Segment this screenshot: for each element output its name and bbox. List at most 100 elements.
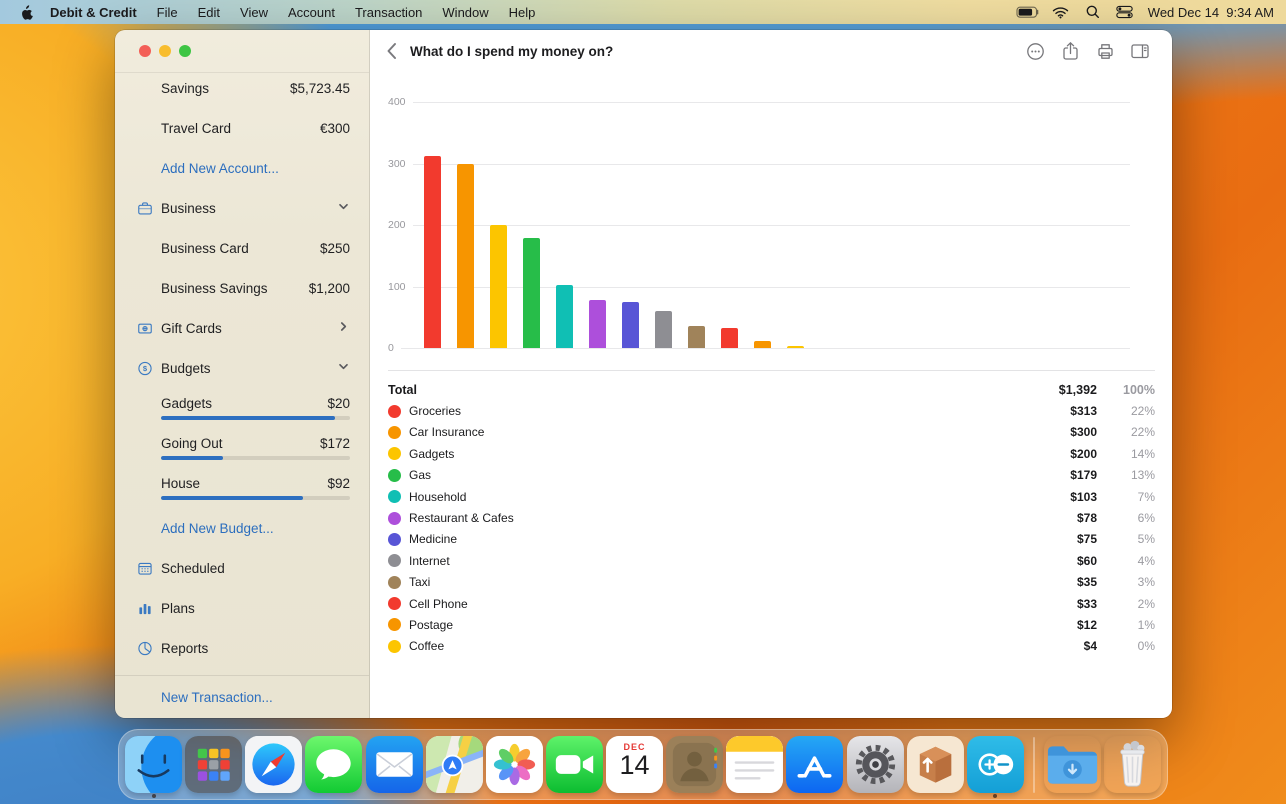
total-amount: $1,392 <box>1017 383 1097 397</box>
sidebar-item-label: Budgets <box>161 361 337 376</box>
bar-chart-icon <box>137 598 153 618</box>
battery-icon[interactable] <box>1016 1 1042 23</box>
legend-dot-cell <box>388 490 409 503</box>
chevron-right-icon[interactable] <box>337 320 350 336</box>
dock: DEC14 <box>118 729 1168 800</box>
total-percent: 100% <box>1097 383 1155 397</box>
sidebar-item-scheduled[interactable]: Scheduled <box>115 548 369 588</box>
category-amount: $4 <box>1017 639 1097 653</box>
sidebar-account-business-card[interactable]: Business Card$250 <box>115 228 369 268</box>
category-amount: $78 <box>1017 511 1097 525</box>
y-axis-tick: 100 <box>388 281 413 293</box>
dock-item-mail[interactable] <box>366 733 423 797</box>
panel-toggle-icon[interactable] <box>1130 41 1150 61</box>
chevron-down-icon[interactable] <box>337 360 350 376</box>
sidebar-budget-going-out[interactable]: Going Out$172 <box>115 428 369 468</box>
chart-bar-car-insurance <box>457 164 474 349</box>
report-content: What do I spend my money on? <box>370 30 1172 718</box>
dock-item-app-store[interactable] <box>786 733 843 797</box>
dock-item-package[interactable] <box>907 733 964 797</box>
dock-item-maps[interactable] <box>426 733 483 797</box>
sidebar-item-gift-cards[interactable]: Gift Cards <box>115 308 369 348</box>
account-balance: $5,723.45 <box>290 81 350 96</box>
back-button[interactable] <box>376 42 406 60</box>
finder-icon <box>125 736 182 793</box>
dock-item-launchpad[interactable] <box>185 733 242 797</box>
sidebar-account-travel-card[interactable]: Travel Card€300 <box>115 108 369 148</box>
chevron-down-icon[interactable] <box>337 200 350 216</box>
category-color-dot <box>388 618 401 631</box>
menu-item-edit[interactable]: Edit <box>188 5 230 20</box>
category-table: Total $1,392 100% Groceries$31322%Car In… <box>388 379 1155 657</box>
menu-item-view[interactable]: View <box>230 5 278 20</box>
svg-text:$: $ <box>143 364 148 373</box>
sidebar-item-label: Business Card <box>161 241 320 256</box>
menu-item-account[interactable]: Account <box>278 5 345 20</box>
legend-dot-cell <box>388 597 409 610</box>
search-icon[interactable] <box>1080 1 1106 23</box>
budget-label: Going Out <box>161 436 320 451</box>
sidebar-item-label: Travel Card <box>161 121 320 136</box>
apple-menu-icon[interactable] <box>10 4 40 20</box>
dock-item-calendar[interactable]: DEC14 <box>606 733 663 797</box>
header-actions <box>1025 41 1172 61</box>
category-percent: 4% <box>1097 554 1155 568</box>
account-balance: $250 <box>320 241 350 256</box>
more-icon[interactable] <box>1025 41 1045 61</box>
category-percent: 7% <box>1097 490 1155 504</box>
sidebar-budget-gadgets[interactable]: Gadgets$20 <box>115 388 369 428</box>
menu-item-window[interactable]: Window <box>432 5 498 20</box>
account-balance: $1,200 <box>309 281 350 296</box>
wifi-icon[interactable] <box>1048 1 1074 23</box>
menu-item-transaction[interactable]: Transaction <box>345 5 432 20</box>
sidebar-item-business[interactable]: Business <box>115 188 369 228</box>
dock-item-debit-credit[interactable] <box>967 733 1024 797</box>
print-icon[interactable] <box>1095 41 1115 61</box>
category-amount: $313 <box>1017 404 1097 418</box>
minimize-window-button[interactable] <box>159 45 171 57</box>
dock-item-safari[interactable] <box>245 733 302 797</box>
add-new-budget-button[interactable]: Add New Budget... <box>115 508 369 548</box>
dock-item-notes[interactable] <box>726 733 783 797</box>
new-transaction-button[interactable]: New Transaction... <box>115 675 369 718</box>
close-window-button[interactable] <box>139 45 151 57</box>
dock-item-messages[interactable] <box>305 733 362 797</box>
sidebar-account-savings[interactable]: Savings$5,723.45 <box>115 68 369 108</box>
category-percent: 6% <box>1097 511 1155 525</box>
sidebar-item-budgets[interactable]: $ Budgets <box>115 348 369 388</box>
category-label: Internet <box>409 554 1017 568</box>
calendar-day-label: 14 <box>606 750 663 781</box>
category-percent: 3% <box>1097 575 1155 589</box>
chart-bar-gas <box>523 238 540 348</box>
sidebar-list: Savings$5,723.45Travel Card€300Add New A… <box>115 68 369 668</box>
dock-item-facetime[interactable] <box>546 733 603 797</box>
menu-clock[interactable]: Wed Dec 14 9:34 AM <box>1144 5 1274 20</box>
menu-item-file[interactable]: File <box>147 5 188 20</box>
menu-item-help[interactable]: Help <box>499 5 546 20</box>
desktop: Debit & Credit FileEditViewAccountTransa… <box>0 0 1286 804</box>
table-row-groceries: Groceries$31322% <box>388 400 1155 421</box>
dock-item-downloads[interactable] <box>1044 733 1101 797</box>
menu-app-name[interactable]: Debit & Credit <box>40 5 147 20</box>
dock-item-photos[interactable] <box>486 733 543 797</box>
launchpad-icon <box>185 736 242 793</box>
system-settings-icon <box>847 736 904 793</box>
share-icon[interactable] <box>1060 41 1080 61</box>
dock-item-contacts[interactable] <box>666 733 723 797</box>
add-new-account-button[interactable]: Add New Account... <box>115 148 369 188</box>
sidebar-item-label: Business Savings <box>161 281 309 296</box>
dock-item-system-settings[interactable] <box>847 733 904 797</box>
category-label: Household <box>409 490 1017 504</box>
category-color-dot <box>388 490 401 503</box>
legend-dot-cell <box>388 405 409 418</box>
control-center-icon[interactable] <box>1112 1 1138 23</box>
sidebar-budget-house[interactable]: House$92 <box>115 468 369 508</box>
dock-item-trash[interactable] <box>1104 733 1161 797</box>
sidebar-account-business-savings[interactable]: Business Savings$1,200 <box>115 268 369 308</box>
contacts-icon <box>666 736 723 793</box>
zoom-window-button[interactable] <box>179 45 191 57</box>
dock-item-finder[interactable] <box>125 733 182 797</box>
sidebar-item-plans[interactable]: Plans <box>115 588 369 628</box>
sidebar-item-reports[interactable]: Reports <box>115 628 369 668</box>
category-percent: 2% <box>1097 597 1155 611</box>
